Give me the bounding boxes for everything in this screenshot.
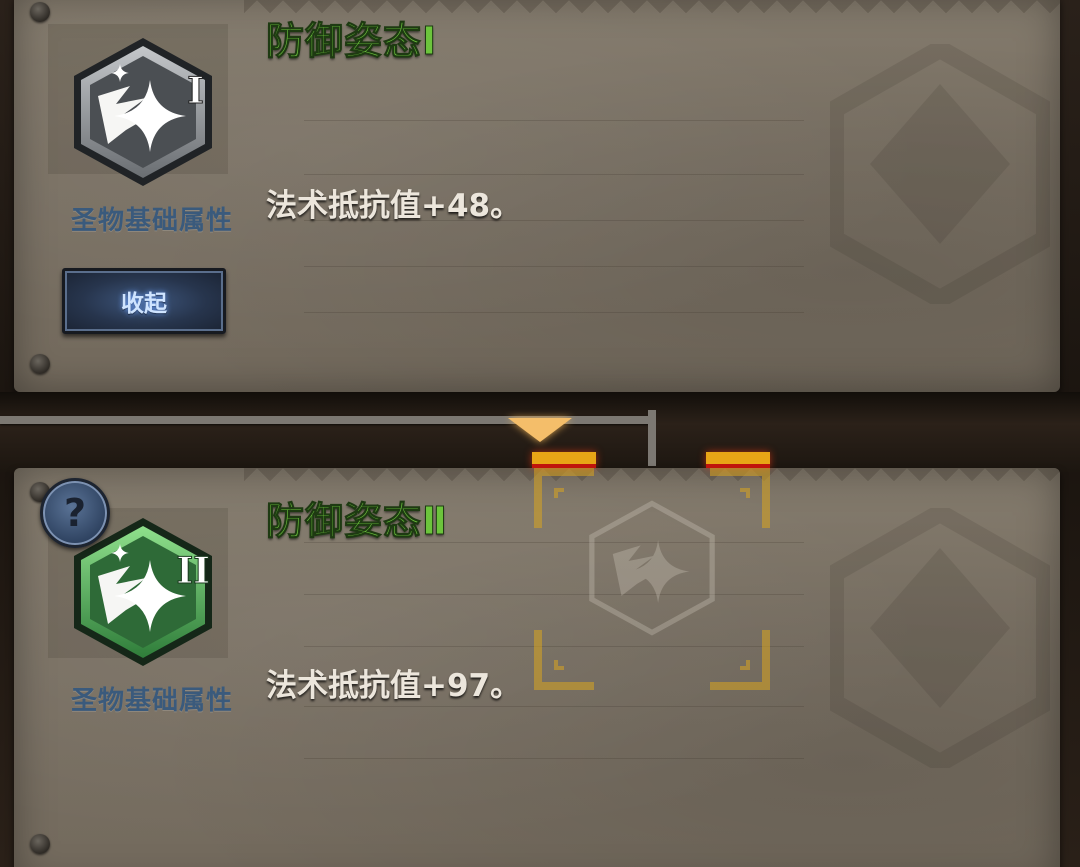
collapse-button-label: 收起 — [121, 291, 167, 317]
rivet-icon — [30, 2, 50, 22]
rule-line — [304, 266, 804, 267]
skill-effect-text: 法术抵抗值+97。 — [266, 668, 522, 704]
ghost-sparkle-hexagon-icon — [589, 500, 715, 636]
rule-line — [304, 758, 804, 759]
rivet-icon — [30, 354, 50, 374]
question-icon: ? — [63, 491, 87, 535]
decorative-emblem — [830, 508, 1050, 768]
slot-bar-right — [706, 452, 770, 468]
skill-icon-1[interactable]: I — [68, 34, 218, 190]
skill-effect-text: 法术抵抗值+48。 — [266, 188, 522, 224]
collapse-button[interactable]: 收起 — [62, 268, 226, 334]
rule-line — [304, 706, 804, 707]
rule-line — [304, 594, 804, 595]
relic-category-label: 圣物基础属性 — [70, 686, 233, 716]
rule-line — [304, 174, 804, 175]
relic-skill-screen: I 圣物基础属性 防御姿态Ⅰ 法术抵抗值+48。 收起 II ? 圣物基础属性 … — [0, 0, 1080, 867]
decorative-emblem — [830, 44, 1050, 304]
level-numeral: II — [176, 550, 211, 593]
skill-title: 防御姿态Ⅰ — [265, 19, 438, 64]
rivet-icon — [30, 834, 50, 854]
help-button[interactable]: ? — [40, 478, 110, 548]
slot-bar-left — [532, 452, 596, 468]
sparkle-wing-hexagon-icon — [74, 38, 212, 186]
triangle-down-icon — [508, 418, 572, 442]
rule-line — [304, 312, 804, 313]
skill-title: 防御姿态Ⅱ — [265, 499, 449, 544]
level-numeral: I — [187, 70, 205, 113]
relic-category-label: 圣物基础属性 — [70, 206, 233, 236]
progress-tick — [648, 410, 656, 466]
rule-line — [304, 120, 804, 121]
